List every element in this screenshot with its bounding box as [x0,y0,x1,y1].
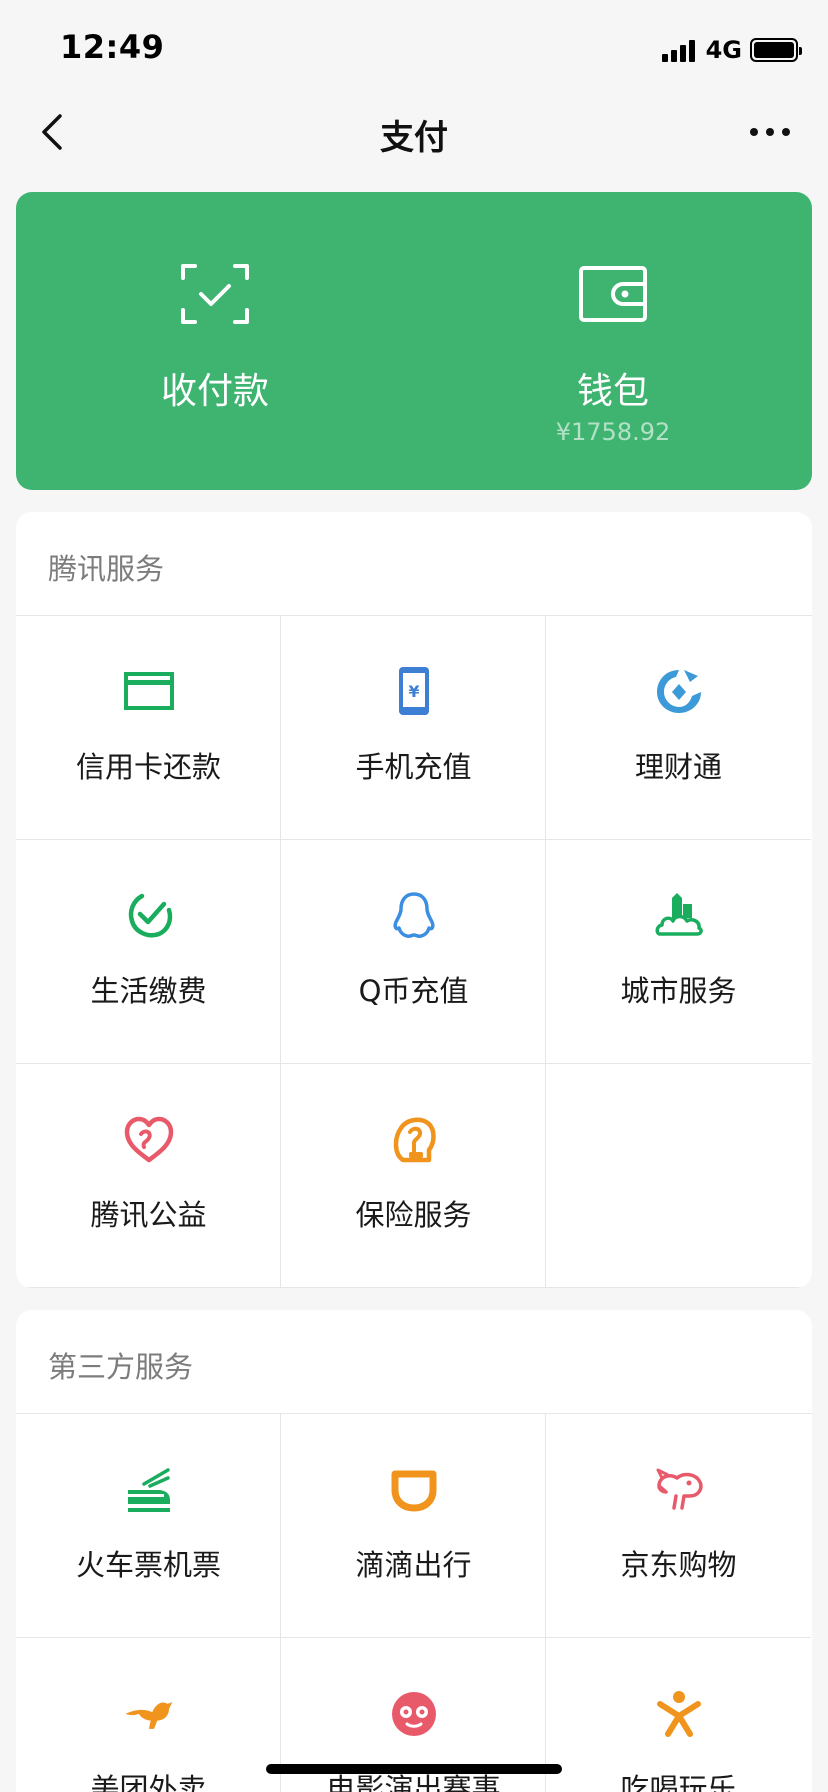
service-label: 手机充值 [355,750,472,784]
signal-icon [661,38,698,62]
home-indicator[interactable] [266,1764,562,1774]
status-indicators: 4G [661,36,802,64]
service-label: 吃喝玩乐 [620,1772,737,1792]
person-icon [657,1691,701,1737]
service-label: 火车票机票 [75,1548,221,1582]
service-label: 城市服务 [620,974,737,1008]
phone-icon: ¥ [399,667,429,715]
service-insurance[interactable]: 保险服务 [281,1064,546,1288]
pay-card: 收付款 钱包 ¥1758.92 [16,192,812,490]
battery-icon [750,38,802,62]
third-party-services-section: 第三方服务 火车票机票 滴滴出行 京东购物 美团外卖 电影演出赛事 吃喝玩乐 [16,1310,812,1792]
service-phone-topup[interactable]: ¥ 手机充值 [281,616,546,840]
service-city[interactable]: 城市服务 [546,840,811,1064]
service-label: 生活缴费 [90,974,207,1008]
service-jd[interactable]: 京东购物 [546,1414,811,1638]
didi-icon [391,1470,437,1512]
section-title: 腾讯服务 [48,552,165,586]
service-label: 美团外卖 [90,1772,207,1792]
collect-pay-label: 收付款 [160,371,269,412]
service-meituan[interactable]: 美团外卖 [16,1638,281,1792]
service-label: 京东购物 [620,1548,737,1582]
section-header: 第三方服务 [16,1310,812,1414]
insurance-icon [393,1117,436,1163]
collect-pay-button[interactable]: 收付款 [16,192,414,490]
jd-dog-icon [656,1468,703,1510]
service-utilities[interactable]: 生活缴费 [16,840,281,1064]
wallet-icon [579,266,647,322]
service-train-flight[interactable]: 火车票机票 [16,1414,281,1638]
service-label: 滴滴出行 [355,1548,472,1582]
wealth-icon [657,670,701,713]
scan-check-icon [181,264,249,324]
status-time: 12:49 [60,28,165,66]
section-title: 第三方服务 [48,1350,194,1384]
section-header: 腾讯服务 [16,512,812,616]
service-credit-card-repay[interactable]: 信用卡还款 [16,616,281,840]
service-charity[interactable]: 腾讯公益 [16,1064,281,1288]
service-food-fun[interactable]: 吃喝玩乐 [546,1638,811,1792]
service-label: 保险服务 [355,1198,472,1232]
kangaroo-icon [125,1702,173,1729]
train-icon [128,1468,170,1512]
credit-card-icon [124,672,174,710]
more-button[interactable] [748,112,792,152]
service-label: 腾讯公益 [90,1198,207,1232]
service-wealth[interactable]: 理财通 [546,616,811,840]
city-icon [655,893,703,936]
more-dots-icon [750,128,790,136]
wallet-button[interactable]: 钱包 ¥1758.92 [414,192,812,490]
wallet-balance: ¥1758.92 [555,418,671,446]
page-title: 支付 [380,118,448,158]
cat-eye-icon [392,1692,436,1736]
svg-text:¥: ¥ [408,682,419,701]
service-label: Q币充值 [358,974,469,1008]
empty-cell [546,1064,811,1288]
charity-heart-icon [124,1116,174,1163]
wallet-label: 钱包 [576,371,649,412]
service-label: 理财通 [634,750,722,784]
payment-page: 12:49 4G 支付 收付款 钱包 ¥1758.92 腾讯服务 信用卡还款 ¥… [0,0,828,1792]
tencent-services-section: 腾讯服务 信用卡还款 ¥ 手机充值 理财通 生活缴费 Q币充值 城市服务 腾讯公… [16,512,812,1288]
status-bar: 12:49 4G [0,0,828,100]
service-label: 信用卡还款 [75,750,221,784]
network-type: 4G [705,36,742,64]
nav-bar: 支付 [0,100,828,164]
utility-icon [128,893,173,938]
service-qcoin[interactable]: Q币充值 [281,840,546,1064]
qq-penguin-icon [393,892,435,939]
service-didi[interactable]: 滴滴出行 [281,1414,546,1638]
